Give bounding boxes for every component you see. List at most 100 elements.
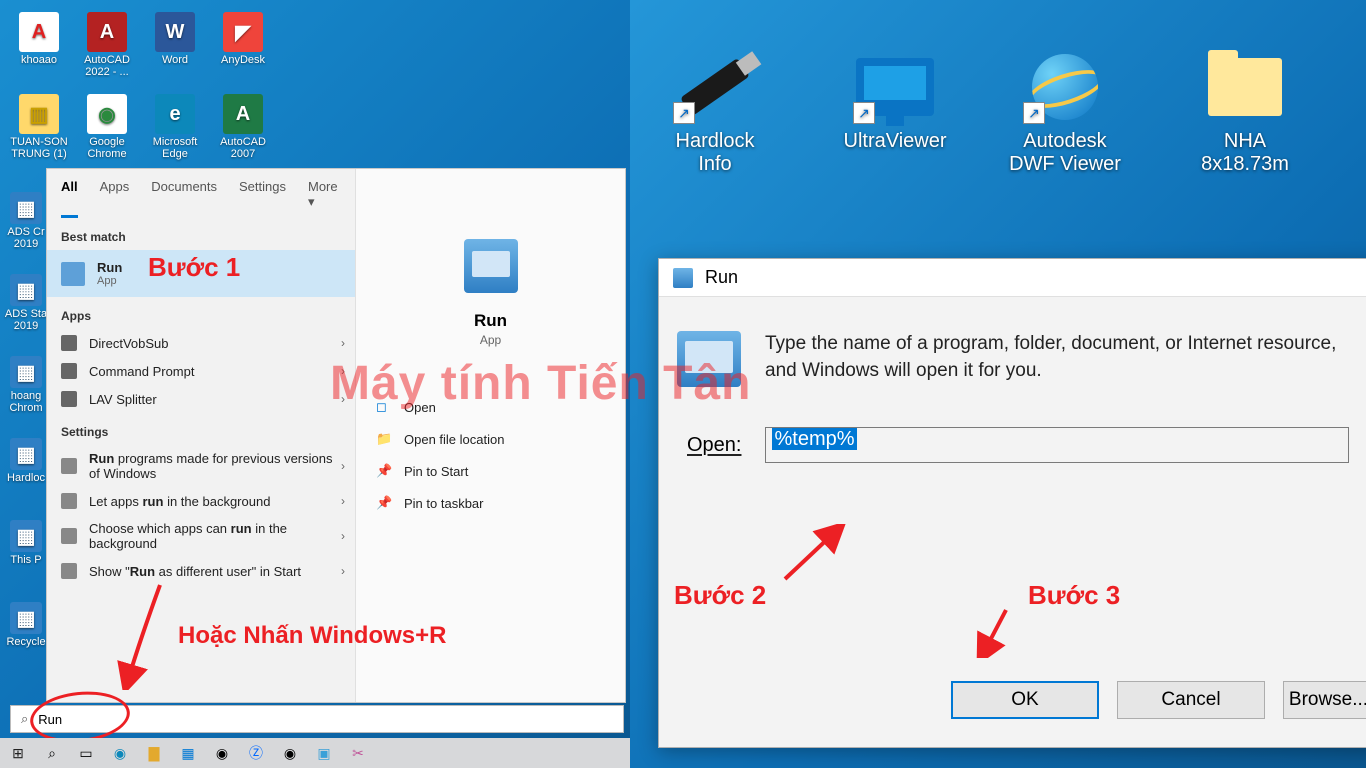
chevron-right-icon: › [341,494,345,508]
taskbar-search-icon[interactable]: ⌕ [38,741,66,765]
action-open[interactable]: ◻Open [356,391,625,423]
action-open-file-location[interactable]: 📁Open file location [356,423,625,455]
best-match-sub: App [97,275,122,287]
run-body-icon [677,331,741,387]
icon-label: Hardloc [4,472,48,484]
action-pin-to-start[interactable]: 📌Pin to Start [356,455,625,487]
desktop-icon-google-chrome[interactable]: ◉Google Chrome [76,94,138,160]
chrome-taskbar-icon[interactable]: ◉ [208,741,236,765]
chevron-right-icon: › [341,336,345,350]
run-preview-icon [464,239,518,293]
taskbar: ⊞ ⌕ ▭ ◉ ▇ ▦ ◉ Ⓩ ◉ ▣ ✂ [0,738,630,768]
big-app-icon [1203,50,1287,124]
icon-label: Google Chrome [76,136,138,160]
icon-label: UltraViewer [844,130,947,152]
run-title-icon [673,268,693,288]
desktop-icon-strip-2[interactable]: ▦hoang Chrom [4,356,48,414]
ok-button[interactable]: OK [951,681,1099,719]
browse-button[interactable]: Browse... [1283,681,1366,719]
best-match-run[interactable]: Run App [47,250,355,297]
desktop-icon-anydesk[interactable]: ◤AnyDesk [212,12,274,66]
app-icon: A [87,12,127,52]
icon-label: khoaao [8,54,70,66]
chevron-right-icon: › [341,459,345,473]
settings-result[interactable]: Show "Run as different user" in Start› [47,557,355,585]
settings-result-icon [61,458,77,474]
app-icon: ▦ [10,520,42,552]
preview-sub: App [356,333,625,347]
action-icon: ◻ [376,399,392,415]
desktop-icon-ultraviewer[interactable]: ↗ UltraViewer [820,50,970,153]
run-title-text: Run [705,267,738,288]
best-match-title: Run [97,260,122,275]
settings-result-label: Show "Run as different user" in Start [89,564,301,579]
action-pin-to-taskbar[interactable]: 📌Pin to taskbar [356,487,625,519]
desktop-icon-autocad-2022-[interactable]: AAutoCAD 2022 - ... [76,12,138,78]
chrome2-taskbar-icon[interactable]: ◉ [276,741,304,765]
desktop-icon-autodesk-dwf-viewer[interactable]: ↗ AutodeskDWF Viewer [990,50,1140,176]
run-titlebar: Run [659,259,1366,297]
desktop-icon-autocad-2007[interactable]: AAutoCAD 2007 [212,94,274,160]
app-icon: A [223,94,263,134]
snip-taskbar-icon[interactable]: ✂ [344,741,372,765]
open-label: Open: [687,434,741,457]
desktop-icon-strip-3[interactable]: ▦Hardloc [4,438,48,484]
settings-header: Settings [47,413,355,445]
action-icon: 📌 [376,463,392,479]
settings-result-icon [61,563,77,579]
desktop-icon-tuan-son-trung-1-[interactable]: ▥TUAN-SON TRUNG (1) [8,94,70,160]
big-app-icon: ↗ [1023,50,1107,124]
desktop-icon-strip-5[interactable]: ▦Recycle [4,602,48,648]
settings-result-icon [61,493,77,509]
app-result-command-prompt[interactable]: Command Prompt› [47,357,355,385]
app-icon: A [19,12,59,52]
start-tab-more[interactable]: More ▾ [308,179,341,218]
settings-result[interactable]: Choose which apps can run in the backgro… [47,515,355,557]
desktop-icon-nha-8x18-73m[interactable]: NHA8x18.73m [1170,50,1320,176]
start-tab-documents[interactable]: Documents [151,179,217,218]
icon-label: Recycle [4,636,48,648]
app-result-lav-splitter[interactable]: LAV Splitter› [47,385,355,413]
icon-label: This P [4,554,48,566]
shortcut-arrow-icon: ↗ [853,102,875,124]
store-taskbar-icon[interactable]: ▦ [174,741,202,765]
search-bar[interactable]: ⌕ Run [10,705,624,733]
app-result-directvobsub[interactable]: DirectVobSub › [47,329,355,357]
explorer-taskbar-icon[interactable]: ▇ [140,741,168,765]
icon-label: Word [144,54,206,66]
app-result-label: DirectVobSub [89,336,169,351]
settings-result[interactable]: Run programs made for previous versions … [47,445,355,487]
desktop-icon-hardlock-info[interactable]: ↗HardlockInfo [640,50,790,176]
desktop-icon-word[interactable]: WWord [144,12,206,66]
action-label: Open file location [404,432,504,447]
icon-label: ADS Cr 2019 [4,226,48,250]
chevron-right-icon: › [341,392,345,406]
cancel-button[interactable]: Cancel [1117,681,1265,719]
app-result-icon [61,335,77,351]
icon-label: AutoCAD 2022 - ... [76,54,138,78]
open-input[interactable]: %temp% [765,427,1349,463]
app-result-icon [61,391,77,407]
desktop-icon-microsoft-edge[interactable]: eMicrosoft Edge [144,94,206,160]
icon-label: Microsoft Edge [144,136,206,160]
desktop-icon-strip-1[interactable]: ▦ADS Sta 2019 [4,274,48,332]
desktop-icon-khoaao[interactable]: Akhoaao [8,12,70,66]
app-taskbar-icon[interactable]: ▣ [310,741,338,765]
search-icon: ⌕ [21,711,28,727]
edge-taskbar-icon[interactable]: ◉ [106,741,134,765]
start-tab-apps[interactable]: Apps [100,179,130,218]
start-tab-settings[interactable]: Settings [239,179,286,218]
shortcut-arrow-icon: ↗ [673,102,695,124]
start-button[interactable]: ⊞ [4,741,32,765]
app-icon: ▦ [10,274,42,306]
task-view-icon[interactable]: ▭ [72,741,100,765]
icon-label: AutodeskDWF Viewer [1009,130,1121,175]
app-icon: ▦ [10,192,42,224]
desktop-icon-strip-4[interactable]: ▦ This P [4,520,48,566]
start-tab-all[interactable]: All [61,179,78,218]
desktop-icon-strip-0[interactable]: ▦ADS Cr 2019 [4,192,48,250]
zalo-taskbar-icon[interactable]: Ⓩ [242,741,270,765]
settings-result[interactable]: Let apps run in the background› [47,487,355,515]
best-match-header: Best match [47,218,355,250]
app-result-label: Command Prompt [89,364,194,379]
